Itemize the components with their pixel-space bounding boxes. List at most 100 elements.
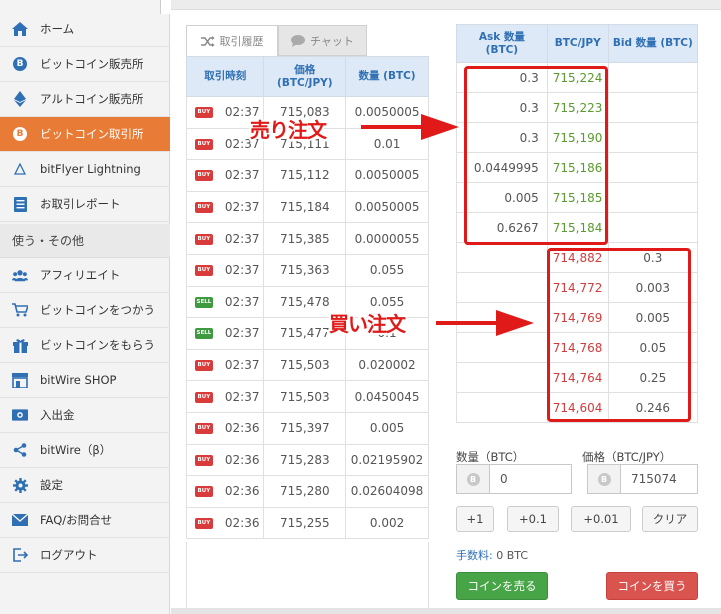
buy-badge-icon: BUY (194, 391, 213, 403)
price-cell: 715,397 (263, 411, 347, 445)
empty-ask-cell (456, 362, 548, 393)
bid-row[interactable]: 714,764 0.25 (456, 362, 699, 393)
ask-price-cell[interactable]: 715,184 (546, 212, 609, 243)
sidebar-item-use-bitcoin[interactable]: ビットコインをつかう (0, 293, 170, 328)
ask-price-cell[interactable]: 715,223 (546, 92, 609, 123)
sidebar-item-bitflyer-lightning[interactable]: bitFlyer Lightning (0, 152, 170, 187)
bid-row[interactable]: 714,882 0.3 (456, 242, 699, 273)
add-0.01-button[interactable]: +0.01 (571, 506, 631, 532)
ask-price-cell[interactable]: 715,190 (546, 122, 609, 153)
time-value: 02:37 (224, 358, 260, 373)
ask-row[interactable]: 0.3 715,224 (456, 62, 699, 93)
time-value: 02:36 (224, 421, 260, 436)
time-value: 02:37 (224, 263, 260, 278)
bid-row[interactable]: 714,772 0.003 (456, 272, 699, 303)
header-ask-size: Ask 数量 (BTC) (456, 24, 548, 63)
ask-row[interactable]: 0.005 715,185 (456, 182, 699, 213)
buy-coin-button[interactable]: コインを買う (606, 572, 698, 600)
sidebar-item-deposit-withdraw[interactable]: 入出金 (0, 398, 170, 433)
qty-cell: 0.02195902 (345, 443, 429, 477)
sidebar-item-label: ビットコイン取引所 (40, 127, 144, 141)
sidebar-item-bitwire-shop[interactable]: bitWire SHOP (0, 363, 170, 398)
empty-bid-cell (607, 152, 699, 183)
sidebar-item-label: アルトコイン販売所 (40, 92, 144, 106)
bid-price-cell[interactable]: 714,768 (546, 332, 609, 363)
price-input[interactable]: B 715074 (587, 464, 698, 494)
qty-cell: 0.002 (345, 506, 429, 540)
history-empty-area (186, 542, 429, 614)
bitcoin-prefix: B (457, 465, 490, 493)
sidebar-section-other: 使う・その他 (0, 224, 170, 258)
sidebar-item-get-bitcoin[interactable]: ビットコインをもらう (0, 328, 170, 363)
price-cell: 715,503 (263, 348, 347, 382)
time-value: 02:37 (224, 231, 260, 246)
sidebar-item-affiliate[interactable]: アフィリエイト (0, 258, 170, 293)
bid-price-cell[interactable]: 714,772 (546, 272, 609, 303)
sidebar-item-bitcoin-shop[interactable]: B ビットコイン販売所 (0, 47, 170, 82)
ask-price-cell[interactable]: 715,186 (546, 152, 609, 183)
buy-badge-icon: BUY (194, 170, 213, 182)
qty-cell: 0.005 (345, 411, 429, 445)
clear-button[interactable]: クリア (642, 506, 698, 532)
mail-icon (12, 512, 28, 528)
logout-icon (12, 547, 28, 563)
tab-label: 取引履歴 (219, 35, 264, 48)
sidebar-item-bitcoin-exchange[interactable]: B ビットコイン取引所 (0, 117, 170, 152)
sidebar-item-label: お取引レポート (40, 197, 121, 211)
price-cell: 715,280 (263, 475, 347, 508)
bitcoin-icon: B (12, 56, 28, 72)
buy-badge-icon: BUY (194, 454, 213, 466)
ask-price-cell[interactable]: 715,185 (546, 182, 609, 213)
sidebar-item-label: ホーム (40, 22, 75, 36)
sidebar-item-settings[interactable]: 設定 (0, 468, 170, 503)
bid-price-cell[interactable]: 714,882 (546, 242, 609, 273)
time-cell: BUY 02:37 (185, 222, 265, 255)
ethereum-icon (12, 91, 28, 107)
fee-value: 0 BTC (496, 549, 529, 562)
bid-size-cell: 0.005 (607, 302, 699, 333)
ask-price-cell[interactable]: 715,224 (546, 62, 609, 93)
sidebar-item-home[interactable]: ホーム (0, 12, 170, 47)
bid-price-cell[interactable]: 714,604 (546, 392, 609, 423)
sidebar-item-label: ビットコインをつかう (40, 303, 155, 317)
ask-row[interactable]: 0.0449995 715,186 (456, 152, 699, 183)
ask-size-cell: 0.6267 (456, 212, 548, 243)
tab-trade-history[interactable]: 取引履歴 (186, 25, 278, 56)
empty-bid-cell (607, 182, 699, 213)
sidebar-item-altcoin-shop[interactable]: アルトコイン販売所 (0, 82, 170, 117)
sidebar-item-label: FAQ/お問合せ (40, 513, 113, 527)
sidebar-item-faq[interactable]: FAQ/お問合せ (0, 503, 170, 538)
table-row: BUY 02:36 715,280 0.02604098 (185, 475, 429, 508)
table-row: BUY 02:36 715,283 0.02195902 (185, 443, 429, 477)
ask-row[interactable]: 0.3 715,223 (456, 92, 699, 123)
bid-price-cell[interactable]: 714,769 (546, 302, 609, 333)
add-1-button[interactable]: +1 (456, 506, 494, 532)
qty-cell: 0.020002 (345, 348, 429, 382)
qty-cell: 0.0050005 (345, 190, 429, 224)
time-value: 02:37 (224, 294, 260, 309)
tab-chat[interactable]: チャット (278, 25, 367, 56)
qty-input[interactable]: B 0 (456, 464, 572, 494)
ask-row[interactable]: 0.3 715,190 (456, 122, 699, 153)
gear-icon (12, 477, 28, 493)
table-row: BUY 02:36 715,397 0.005 (185, 411, 429, 445)
cart-icon (12, 302, 28, 318)
sidebar-item-report[interactable]: お取引レポート (0, 187, 170, 222)
sidebar-item-label: 入出金 (40, 408, 75, 422)
bitcoin-icon: B (12, 126, 28, 142)
ask-row[interactable]: 0.6267 715,184 (456, 212, 699, 243)
price-cell: 715,385 (263, 222, 347, 255)
report-icon (12, 196, 28, 212)
bid-price-cell[interactable]: 714,764 (546, 362, 609, 393)
top-bar (171, 0, 721, 10)
bid-row[interactable]: 714,604 0.246 (456, 392, 699, 423)
sell-badge-icon: SELL (194, 296, 213, 308)
share-icon (12, 442, 28, 458)
home-icon (12, 21, 28, 37)
sidebar-item-bitwire[interactable]: bitWire（β） (0, 433, 170, 468)
fee-line: 手数料: 0 BTC (456, 547, 528, 563)
sell-coin-button[interactable]: コインを売る (456, 572, 548, 600)
add-0.1-button[interactable]: +0.1 (507, 506, 559, 532)
sidebar-item-logout[interactable]: ログアウト (0, 538, 170, 573)
time-cell: BUY 02:36 (185, 411, 265, 445)
